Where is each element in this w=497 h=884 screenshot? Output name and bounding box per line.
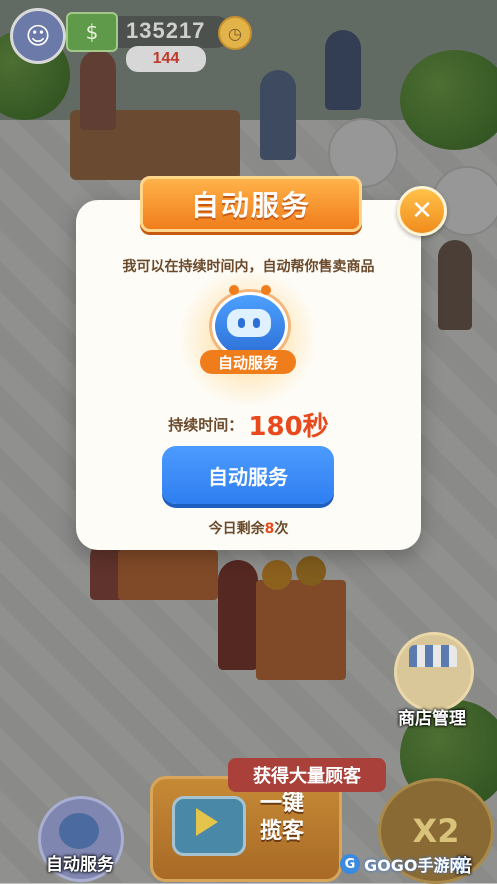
watermark-text: GOGO手游网: [364, 856, 466, 875]
one-click-line1: 一键: [259, 791, 304, 816]
duration-label: 持续时间：: [168, 416, 244, 434]
clock-icon[interactable]: ◷: [218, 16, 252, 50]
remaining-uses: 今日剩余8次: [76, 518, 421, 538]
close-icon: ✕: [411, 196, 433, 226]
x2-label: X2: [412, 812, 460, 850]
duration-row: 持续时间： 180秒: [76, 406, 421, 443]
robot-antenna: [261, 285, 271, 295]
dialog-title: 自动服务: [140, 176, 362, 232]
remaining-prefix: 今日剩余: [208, 521, 265, 537]
remaining-count: 8: [264, 521, 275, 537]
close-button[interactable]: ✕: [397, 186, 447, 236]
player-avatar[interactable]: ☺: [10, 8, 66, 64]
robot-antenna: [229, 285, 239, 295]
cash-icon: $: [66, 12, 118, 52]
auto-service-button[interactable]: 自动服务: [162, 446, 334, 504]
play-icon: [196, 808, 218, 836]
watermark-logo-icon: G: [340, 854, 360, 874]
robot-eye: [238, 318, 245, 328]
money-value: 135217: [126, 18, 206, 43]
get-customers-banner: 获得大量顾客: [228, 758, 386, 792]
one-click-line2: 揽客: [259, 819, 304, 844]
shop-manage-button[interactable]: [394, 632, 474, 712]
shop-manage-label[interactable]: 商店管理: [380, 704, 484, 729]
duration-value: 180秒: [248, 412, 329, 442]
robot-icon: [59, 813, 99, 849]
store-awning-icon: [409, 645, 457, 667]
auto-service-icon-label: 自动服务: [200, 350, 296, 374]
one-click-label: 一键 揽客: [246, 790, 318, 846]
customer-count-bubble: 144: [126, 46, 206, 72]
remaining-suffix: 次: [274, 521, 289, 537]
robot-face: [227, 309, 271, 337]
robot-eye: [253, 318, 260, 328]
bottom-auto-service-label[interactable]: 自动服务: [30, 850, 130, 875]
avatar-icon: ☺: [25, 22, 51, 50]
watermark: G GOGO手游网: [340, 852, 465, 876]
